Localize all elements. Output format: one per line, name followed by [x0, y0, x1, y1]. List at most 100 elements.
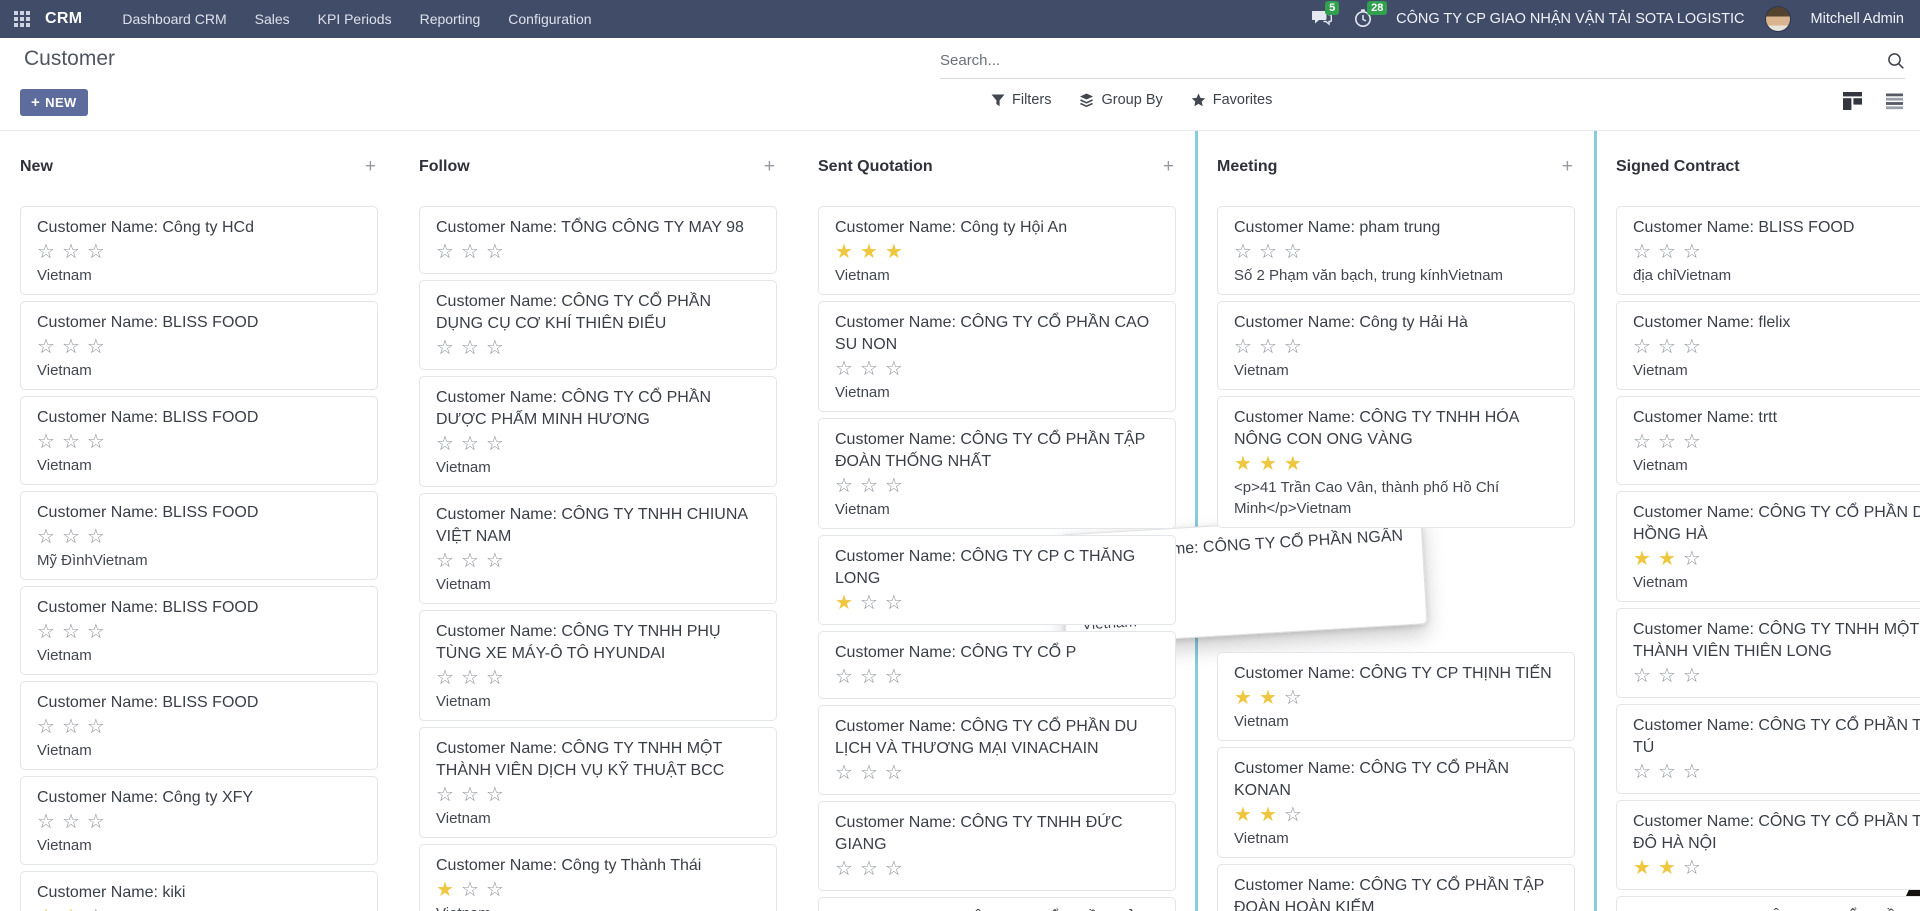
nav-item-sales[interactable]: Sales [241, 0, 304, 38]
search-input[interactable]: Search... [940, 43, 1905, 79]
star-empty-icon[interactable]: ☆ [1683, 241, 1701, 263]
star-empty-icon[interactable]: ☆ [860, 858, 878, 880]
star-empty-icon[interactable]: ☆ [1658, 241, 1676, 263]
star-empty-icon[interactable]: ☆ [37, 621, 55, 643]
star-filled-icon[interactable]: ★ [835, 241, 853, 263]
star-empty-icon[interactable]: ☆ [885, 762, 903, 784]
star-empty-icon[interactable]: ☆ [62, 811, 80, 833]
favorites-button[interactable]: Favorites [1191, 92, 1273, 108]
kanban-card[interactable]: Customer Name: kiki ★★☆ số 5 123Vietnam [20, 871, 378, 911]
star-filled-icon[interactable]: ★ [885, 241, 903, 263]
star-empty-icon[interactable]: ☆ [62, 716, 80, 738]
star-empty-icon[interactable]: ☆ [62, 241, 80, 263]
kanban-card[interactable]: Customer Name: TỔNG CÔNG TY MAY 98 ☆☆☆ [419, 206, 777, 274]
star-empty-icon[interactable]: ☆ [1658, 761, 1676, 783]
star-empty-icon[interactable]: ☆ [62, 621, 80, 643]
kanban-card[interactable]: Customer Name: CÔNG TY CỔ PHẦN TUẤN TÚ ☆… [1616, 704, 1920, 794]
star-empty-icon[interactable]: ☆ [1234, 336, 1252, 358]
star-filled-icon[interactable]: ★ [835, 592, 853, 614]
star-filled-icon[interactable]: ★ [1633, 857, 1651, 879]
kanban-card[interactable]: Customer Name: CÔNG TY TNHH MỘT THÀNH VI… [419, 727, 777, 838]
apps-menu-icon[interactable] [14, 11, 31, 28]
star-empty-icon[interactable]: ☆ [1683, 665, 1701, 687]
kanban-card[interactable]: Customer Name: CÔNG TY CP THỊNH TIẾN ★★☆… [1217, 652, 1575, 741]
kanban-card[interactable]: Customer Name: CÔNG TY TNHH MỘT THÀNH VI… [1616, 608, 1920, 698]
star-empty-icon[interactable]: ☆ [1658, 336, 1676, 358]
star-empty-icon[interactable]: ☆ [87, 336, 105, 358]
kanban-card[interactable]: Customer Name: Công ty Hội An ★★★ Vietna… [818, 206, 1176, 295]
star-empty-icon[interactable]: ☆ [87, 906, 105, 911]
star-empty-icon[interactable]: ☆ [87, 526, 105, 548]
star-empty-icon[interactable]: ☆ [860, 592, 878, 614]
kanban-card[interactable]: Customer Name: CÔNG TY TNHH HÓA NÔNG CON… [1217, 396, 1575, 528]
kanban-card[interactable]: Customer Name: CÔNG TY CỔ PHẦN DƯỢC PHẨM… [419, 376, 777, 487]
active-company[interactable]: CÔNG TY CP GIAO NHẬN VẬN TẢI SOTA LOGIST… [1396, 11, 1744, 27]
kanban-card[interactable]: Customer Name: CÔNG TY CỔ PHẦN SẢN XUẤT … [818, 897, 1176, 911]
star-empty-icon[interactable]: ☆ [461, 433, 479, 455]
star-empty-icon[interactable]: ☆ [436, 550, 454, 572]
star-filled-icon[interactable]: ★ [1259, 687, 1277, 709]
kanban-card[interactable]: Customer Name: CÔNG TY CỔ PHẦN KONAN ★★☆… [1217, 747, 1575, 858]
star-filled-icon[interactable]: ★ [37, 906, 55, 911]
star-empty-icon[interactable]: ☆ [87, 431, 105, 453]
star-filled-icon[interactable]: ★ [1234, 804, 1252, 826]
star-filled-icon[interactable]: ★ [436, 879, 454, 901]
star-empty-icon[interactable]: ☆ [1633, 665, 1651, 687]
star-empty-icon[interactable]: ☆ [486, 550, 504, 572]
kanban-view-button[interactable] [1843, 92, 1862, 110]
star-empty-icon[interactable]: ☆ [860, 762, 878, 784]
star-filled-icon[interactable]: ★ [1284, 453, 1302, 475]
star-empty-icon[interactable]: ☆ [62, 526, 80, 548]
star-empty-icon[interactable]: ☆ [436, 337, 454, 359]
star-empty-icon[interactable]: ☆ [37, 526, 55, 548]
star-empty-icon[interactable]: ☆ [62, 431, 80, 453]
user-avatar[interactable] [1765, 6, 1791, 32]
star-empty-icon[interactable]: ☆ [1259, 336, 1277, 358]
star-empty-icon[interactable]: ☆ [1683, 761, 1701, 783]
star-empty-icon[interactable]: ☆ [37, 241, 55, 263]
star-empty-icon[interactable]: ☆ [885, 592, 903, 614]
star-filled-icon[interactable]: ★ [1259, 804, 1277, 826]
star-empty-icon[interactable]: ☆ [860, 475, 878, 497]
activities-clock-icon[interactable]: 28 [1354, 9, 1376, 29]
star-empty-icon[interactable]: ☆ [835, 858, 853, 880]
star-empty-icon[interactable]: ☆ [1683, 548, 1701, 570]
star-empty-icon[interactable]: ☆ [461, 667, 479, 689]
star-empty-icon[interactable]: ☆ [1284, 804, 1302, 826]
add-card-button[interactable]: + [365, 157, 376, 176]
new-button[interactable]: + NEW [20, 89, 88, 116]
star-empty-icon[interactable]: ☆ [1284, 687, 1302, 709]
nav-item-reporting[interactable]: Reporting [406, 0, 495, 38]
star-empty-icon[interactable]: ☆ [1683, 431, 1701, 453]
add-card-button[interactable]: + [764, 157, 775, 176]
star-empty-icon[interactable]: ☆ [436, 784, 454, 806]
kanban-card[interactable]: Customer Name: trtt ☆☆☆ Vietnam [1616, 396, 1920, 485]
kanban-card[interactable]: Customer Name: CÔNG TY CỔ PHẦN DỆT HỒNG … [1616, 491, 1920, 602]
star-empty-icon[interactable]: ☆ [37, 431, 55, 453]
kanban-card[interactable]: Customer Name: Công ty Thành Thái ★☆☆ Vi… [419, 844, 777, 911]
star-empty-icon[interactable]: ☆ [87, 716, 105, 738]
star-filled-icon[interactable]: ★ [62, 906, 80, 911]
nav-item-kpi-periods[interactable]: KPI Periods [304, 0, 406, 38]
star-filled-icon[interactable]: ★ [1234, 687, 1252, 709]
star-empty-icon[interactable]: ☆ [461, 879, 479, 901]
kanban-card[interactable]: Customer Name: CÔNG TY CỔ PHẦN CAO SU NO… [818, 301, 1176, 412]
star-empty-icon[interactable]: ☆ [461, 550, 479, 572]
star-empty-icon[interactable]: ☆ [486, 241, 504, 263]
kanban-card[interactable]: Customer Name: CÔNG TY CỔ PHẦN TẬP ĐOÀN … [1217, 864, 1575, 911]
star-empty-icon[interactable]: ☆ [1633, 241, 1651, 263]
star-empty-icon[interactable]: ☆ [1633, 336, 1651, 358]
filters-button[interactable]: Filters [991, 92, 1051, 108]
messages-icon[interactable]: 5 [1312, 9, 1334, 29]
kanban-card[interactable]: Customer Name: Công ty XFY ☆☆☆ Vietnam [20, 776, 378, 865]
star-filled-icon[interactable]: ★ [1658, 857, 1676, 879]
kanban-card[interactable]: Customer Name: CÔNG TY TNHH PHỤ TÙNG XE … [419, 610, 777, 721]
star-empty-icon[interactable]: ☆ [436, 241, 454, 263]
star-empty-icon[interactable]: ☆ [885, 858, 903, 880]
star-empty-icon[interactable]: ☆ [436, 433, 454, 455]
nav-item-dashboard-crm[interactable]: Dashboard CRM [108, 0, 240, 38]
kanban-card[interactable]: Customer Name: BLISS FOOD ☆☆☆ Vietnam [20, 586, 378, 675]
kanban-card[interactable]: Customer Name: BLISS FOOD ☆☆☆ Vietnam [20, 396, 378, 485]
kanban-card[interactable]: Customer Name: BLISS FOOD ☆☆☆ Vietnam [20, 681, 378, 770]
star-empty-icon[interactable]: ☆ [1658, 665, 1676, 687]
